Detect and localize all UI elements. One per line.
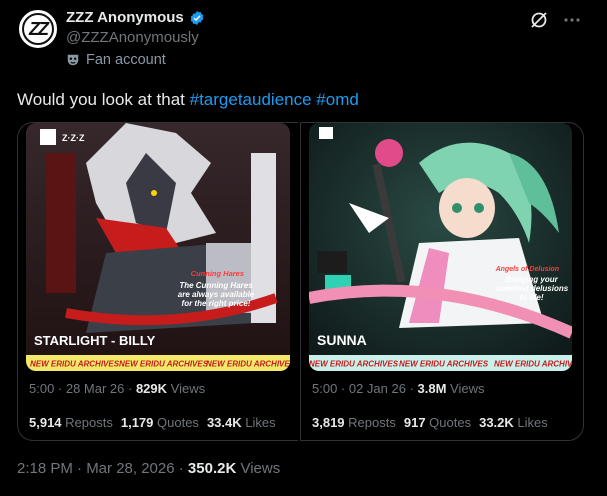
quotes-stat[interactable]: 1,179 Quotes: [121, 415, 199, 430]
quotes-label: Quotes: [153, 415, 199, 430]
tweet-views-count: 350.2K: [187, 460, 237, 477]
more-icon[interactable]: [563, 11, 581, 29]
post-image-billy[interactable]: Z·Z·Z Cunning Hares The Cunning Hares ar…: [26, 123, 290, 371]
views-count: 3.8M: [417, 381, 447, 396]
tweet-footer: 2:18 PM · Mar 28, 2026 · 350.2K Views: [17, 460, 280, 477]
sunna-name: SUNNA: [317, 332, 367, 348]
billy-banner-3: NEW ERIDU ARCHIVES: [206, 360, 290, 369]
post-image-sunna[interactable]: Angels of Delusion Bringing your sweetes…: [309, 123, 572, 371]
author-name[interactable]: ZZZ Anonymous: [66, 9, 184, 26]
quoted-post-card[interactable]: Angels of Delusion Bringing your sweetes…: [300, 122, 584, 441]
avatar[interactable]: ZZ: [17, 8, 59, 50]
quotes-label: Quotes: [425, 415, 472, 430]
quotes-count: 1,179: [120, 415, 154, 430]
views-label: Views: [446, 381, 485, 396]
billy-tagline: The Cunning Hares are always available f…: [177, 281, 255, 308]
reposts-label: Reposts: [344, 415, 396, 430]
likes-label: Likes: [513, 415, 548, 430]
hashtag-omd[interactable]: #omd: [316, 90, 359, 109]
views-label: Views: [167, 381, 206, 396]
post-date: 5:00 · 02 Jan 26 ·: [312, 381, 418, 396]
likes-label: Likes: [241, 415, 276, 430]
zzz-logo-text: Z·Z·Z: [62, 133, 85, 143]
billy-banner-2: NEW ERIDU ARCHIVES: [119, 360, 209, 369]
billy-banner-1: NEW ERIDU ARCHIVES: [30, 360, 120, 369]
likes-stat[interactable]: 33.4K Likes: [207, 415, 276, 430]
sunna-tagline: Bringing your sweetest delusions to life…: [494, 275, 569, 302]
billy-illustration: Z·Z·Z Cunning Hares The Cunning Hares ar…: [26, 123, 290, 371]
views-count: 829K: [135, 381, 168, 396]
reposts-count: 5,914: [29, 415, 62, 430]
tweet-actions-top: [529, 10, 581, 30]
sunna-illustration: Angels of Delusion Bringing your sweetes…: [309, 123, 572, 371]
avatar-logo-text: ZZ: [29, 18, 49, 39]
billy-name: STARLIGHT - BILLY: [34, 333, 156, 348]
quoted-post-card[interactable]: Z·Z·Z Cunning Hares The Cunning Hares ar…: [17, 122, 298, 441]
quotes-stat[interactable]: 917 Quotes: [404, 415, 471, 430]
mask-icon: [67, 54, 79, 66]
reposts-stat[interactable]: 3,819 Reposts: [312, 415, 396, 430]
likes-count: 33.4K: [206, 415, 242, 430]
reposts-label: Reposts: [61, 415, 113, 430]
tweet-body: Would you look at that: [17, 90, 190, 109]
likes-stat[interactable]: 33.2K Likes: [479, 415, 548, 430]
sunna-banner-1: NEW ERIDU ARCHIVES: [309, 360, 399, 369]
quoted-post-stats: 3,819 Reposts 917 Quotes 33.2K Likes: [312, 415, 548, 430]
quoted-post-stats: 5,914 Reposts 1,179 Quotes 33.4K Likes: [29, 415, 276, 430]
reposts-count: 3,819: [312, 415, 345, 430]
post-date: 5:00 · 28 Mar 26 ·: [29, 381, 136, 396]
fan-account-text: Fan account: [86, 52, 166, 68]
sunna-faction: Angels of Delusion: [495, 266, 559, 273]
tweet-views-label: Views: [236, 460, 281, 477]
reposts-stat[interactable]: 5,914 Reposts: [29, 415, 113, 430]
sunna-banner-3: NEW ERIDU ARCHIVES: [494, 360, 572, 369]
author-handle[interactable]: @ZZZAnonymously: [66, 29, 199, 46]
author-name-row: ZZZ Anonymous: [66, 9, 205, 26]
quotes-count: 917: [403, 415, 426, 430]
billy-faction: Cunning Hares: [191, 269, 244, 278]
quoted-post-meta: 5:00 · 28 Mar 26 · 829K Views: [29, 381, 205, 396]
grok-icon[interactable]: [529, 10, 549, 30]
tweet-text: Would you look at that #targetaudience #…: [17, 90, 359, 110]
hashtag-targetaudience[interactable]: #targetaudience: [190, 90, 312, 109]
quoted-post-meta: 5:00 · 02 Jan 26 · 3.8M Views: [312, 381, 484, 396]
sunna-banner-2: NEW ERIDU ARCHIVES: [399, 360, 489, 369]
fan-account-label: Fan account: [66, 52, 166, 68]
tweet-timestamp[interactable]: 2:18 PM · Mar 28, 2026 ·: [17, 460, 188, 477]
verified-badge-icon[interactable]: [189, 10, 205, 26]
likes-count: 33.2K: [479, 415, 514, 430]
